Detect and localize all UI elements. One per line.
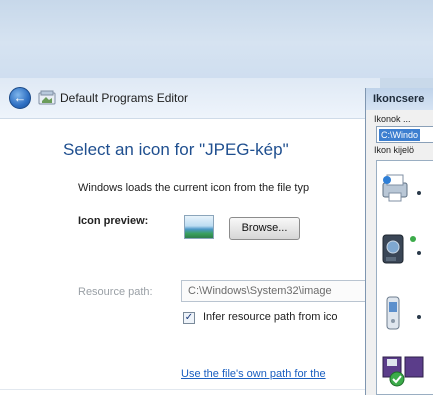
icon-picker-dialog: Ikoncsere Ikonok ... C:\Windo Ikon kijel… <box>365 88 433 395</box>
phone-icon[interactable] <box>381 293 427 335</box>
editor-titlebar: ← Default Programs Editor <box>0 78 380 119</box>
checkmark-icon: ✓ <box>184 312 194 323</box>
default-programs-app-icon <box>38 90 56 105</box>
resource-path-input[interactable]: C:\Windows\System32\image <box>181 280 371 302</box>
use-own-path-link[interactable]: Use the file's own path for the <box>181 368 326 380</box>
picker-path-label: Ikonok ... <box>374 114 411 124</box>
infer-resource-path-checkbox[interactable]: ✓ <box>183 312 195 324</box>
picker-title: Ikoncsere <box>373 93 425 105</box>
resource-path-label: Resource path: <box>78 286 153 298</box>
browse-button[interactable]: Browse... <box>229 217 300 240</box>
back-arrow-icon: ← <box>13 90 27 105</box>
picker-titlebar: Ikoncsere <box>366 88 433 110</box>
disk-icon[interactable] <box>381 351 427 393</box>
infer-resource-path-label: Infer resource path from ico <box>203 311 338 323</box>
jpeg-image-icon <box>184 215 214 239</box>
description-text: Windows loads the current icon from the … <box>78 182 310 194</box>
picker-icon-list-label: Ikon kijelö <box>374 145 415 155</box>
desktop-glass-background <box>0 0 433 78</box>
window-title: Default Programs Editor <box>60 91 189 105</box>
camera-icon[interactable] <box>381 229 427 269</box>
footer-divider <box>0 389 380 390</box>
icon-preview-label: Icon preview: <box>78 215 149 227</box>
picker-path-value: C:\Windo <box>379 129 421 141</box>
picker-path-input[interactable]: C:\Windo <box>376 126 433 143</box>
default-programs-editor-window: ← Default Programs Editor Select an icon… <box>0 78 380 395</box>
back-button[interactable]: ← <box>9 87 31 109</box>
picker-icon-list[interactable] <box>376 160 433 395</box>
page-heading: Select an icon for "JPEG-kép" <box>63 140 289 159</box>
printer-icon[interactable] <box>381 171 427 207</box>
